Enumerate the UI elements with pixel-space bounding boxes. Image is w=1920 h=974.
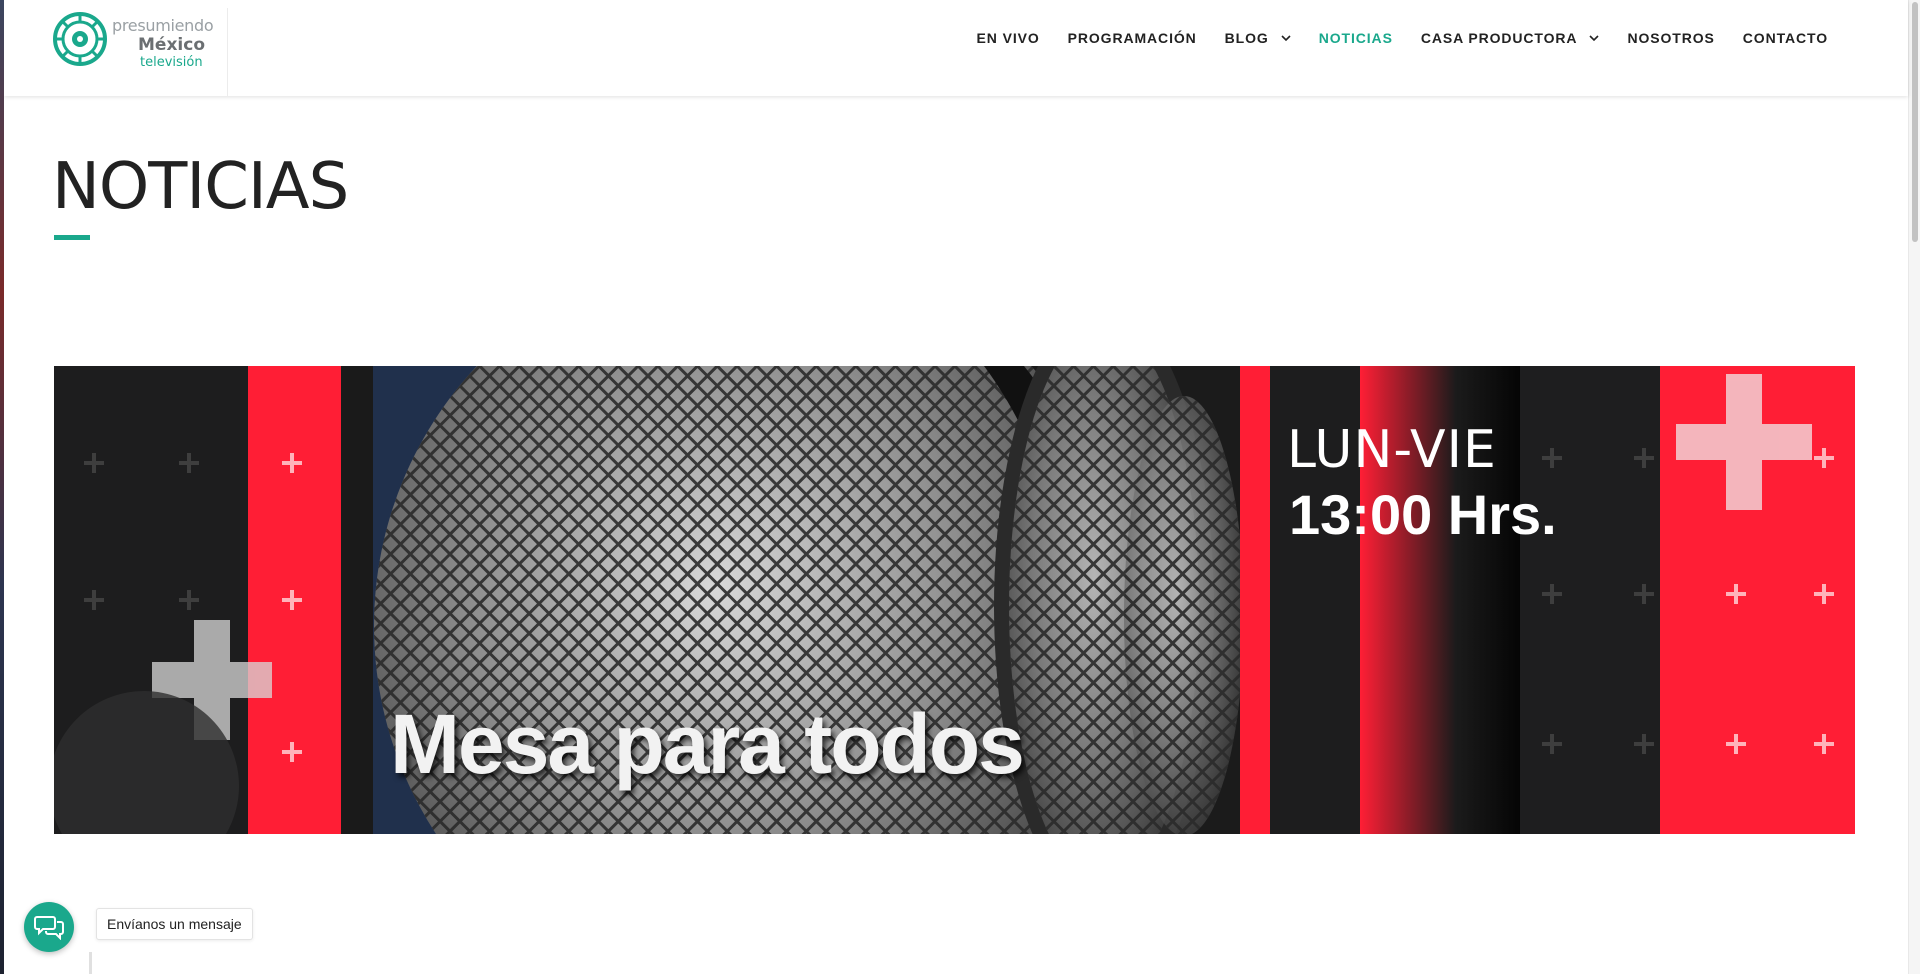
nav-item-label: EN VIVO bbox=[976, 30, 1040, 46]
nav-item-label: CONTACTO bbox=[1742, 30, 1828, 46]
nav-item-label: NOTICIAS bbox=[1318, 30, 1393, 46]
nav-item-label: BLOG bbox=[1224, 30, 1269, 46]
logo-text-mexico: México bbox=[138, 35, 205, 55]
chat-prompt-label[interactable]: Envíanos un mensaje bbox=[96, 908, 253, 940]
nav-item-en-vivo[interactable]: EN VIVO bbox=[977, 30, 1040, 46]
logo-text-presumiendo: presumiendo bbox=[112, 16, 214, 35]
program-banner-image[interactable]: Mesa para todos LUN-VIE 13:00 Hrs. bbox=[54, 366, 1855, 834]
nav-item-label: PROGRAMACIÓN bbox=[1067, 30, 1197, 46]
banner-program-title: Mesa para todos bbox=[390, 697, 1025, 791]
chat-button[interactable] bbox=[24, 902, 74, 952]
scrollbar-thumb[interactable] bbox=[1912, 2, 1918, 242]
logo-text-television: televisión bbox=[140, 55, 203, 70]
nav-item-noticias[interactable]: NOTICIAS bbox=[1319, 30, 1393, 46]
banner-schedule-time: 13:00 Hrs. bbox=[1289, 483, 1557, 546]
nav-item-contacto[interactable]: CONTACTO bbox=[1743, 30, 1828, 46]
aztec-logo-icon bbox=[53, 12, 107, 66]
nav-item-programacion[interactable]: PROGRAMACIÓN bbox=[1068, 30, 1197, 46]
site-header: presumiendo México televisión EN VIVO PR… bbox=[4, 0, 1908, 96]
page-title: NOTICIAS bbox=[52, 150, 349, 224]
nav-item-label: CASA PRODUCTORA bbox=[1420, 30, 1578, 46]
main-nav: EN VIVO PROGRAMACIÓN BLOG NOTICIAS CASA … bbox=[949, 30, 1828, 46]
chevron-down-icon bbox=[1281, 35, 1291, 42]
nav-item-label: NOSOTROS bbox=[1627, 30, 1715, 46]
browser-viewport: presumiendo México televisión EN VIVO PR… bbox=[4, 0, 1920, 974]
nav-item-blog[interactable]: BLOG bbox=[1225, 30, 1291, 46]
content-card-edge bbox=[89, 952, 1789, 974]
title-underline bbox=[54, 235, 90, 240]
site-logo[interactable]: presumiendo México televisión bbox=[52, 8, 228, 96]
vertical-scrollbar[interactable] bbox=[1908, 0, 1920, 974]
banner-schedule-days: LUN-VIE bbox=[1287, 420, 1497, 480]
chat-bubbles-icon bbox=[34, 916, 64, 940]
chevron-down-icon bbox=[1589, 35, 1600, 42]
nav-item-nosotros[interactable]: NOSOTROS bbox=[1627, 30, 1714, 46]
nav-item-casa-productora[interactable]: CASA PRODUCTORA bbox=[1421, 30, 1600, 46]
